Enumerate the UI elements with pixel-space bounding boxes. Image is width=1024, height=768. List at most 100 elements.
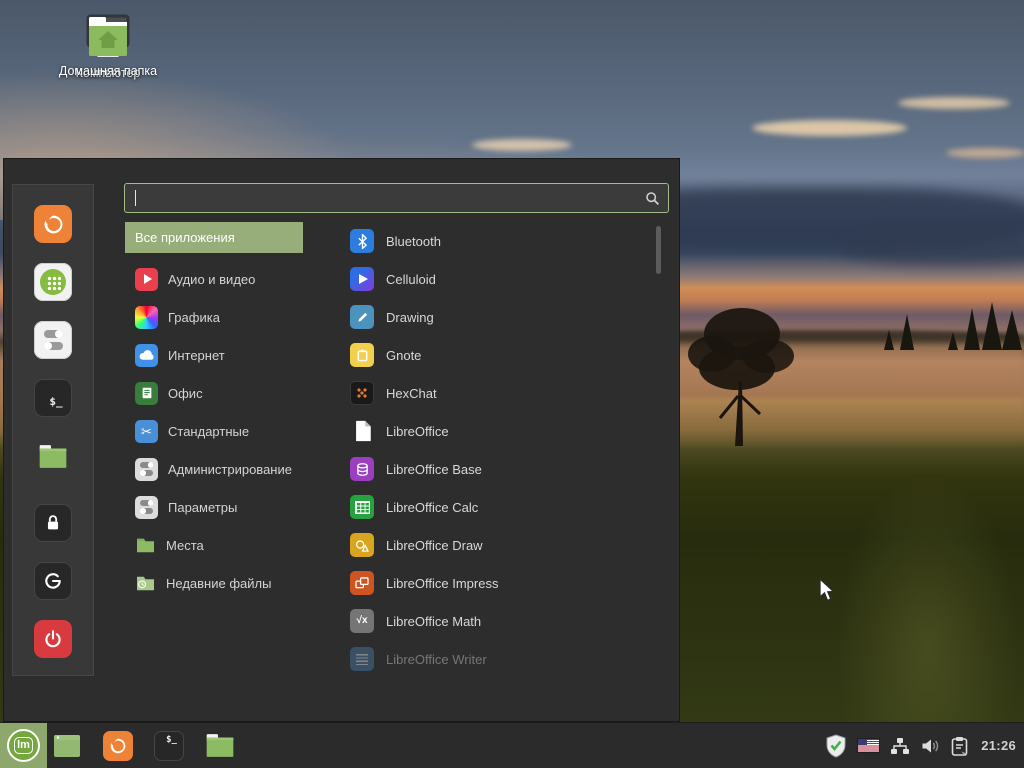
application-libreoffice-draw[interactable]: LibreOffice Draw bbox=[342, 526, 656, 564]
category-label: Места bbox=[166, 538, 204, 553]
category-all-applications[interactable]: Все приложения bbox=[125, 222, 303, 253]
desktop: Компьютер Домашняя папка $_ bbox=[0, 0, 1024, 768]
category-places[interactable]: Места bbox=[125, 526, 303, 564]
wallpaper-lit-cloud bbox=[472, 139, 572, 151]
app-celluloid-icon bbox=[350, 267, 374, 291]
menu-button[interactable]: lm bbox=[0, 723, 47, 768]
settings-toggles-icon bbox=[44, 330, 63, 350]
app-libreoffice-icon bbox=[350, 419, 374, 443]
sidebar-button-lock-screen[interactable] bbox=[34, 504, 72, 542]
category-label: Недавние файлы bbox=[166, 576, 271, 591]
application-celluloid[interactable]: Celluloid bbox=[342, 260, 656, 298]
tray-item-volume[interactable] bbox=[921, 738, 940, 754]
application-hexchat[interactable]: HexChat bbox=[342, 374, 656, 412]
application-drawing[interactable]: Drawing bbox=[342, 298, 656, 336]
cat-recent-icon bbox=[135, 575, 156, 592]
category-administration[interactable]: Администрирование bbox=[125, 450, 303, 488]
desktop-icon-home[interactable]: Домашняя папка bbox=[58, 14, 158, 78]
application-libreoffice-math[interactable]: √x LibreOffice Math bbox=[342, 602, 656, 640]
category-accessories[interactable]: ✂ Стандартные bbox=[125, 412, 303, 450]
scrollbar-thumb[interactable] bbox=[656, 226, 661, 274]
wallpaper-conifers bbox=[860, 300, 1024, 350]
application-label: Bluetooth bbox=[386, 234, 441, 249]
sidebar-button-firefox[interactable] bbox=[34, 205, 72, 243]
app-bluetooth-icon bbox=[350, 229, 374, 253]
application-label: LibreOffice bbox=[386, 424, 449, 439]
category-audio-video[interactable]: Аудио и видео bbox=[125, 260, 303, 298]
taskbar-launchers: $_ bbox=[49, 728, 253, 764]
sidebar-button-files[interactable] bbox=[34, 437, 72, 475]
show-desktop-icon bbox=[53, 734, 81, 758]
category-label: Администрирование bbox=[168, 462, 292, 477]
clock[interactable]: 21:26 bbox=[981, 738, 1016, 753]
application-label: Celluloid bbox=[386, 272, 436, 287]
application-gnote[interactable]: Gnote bbox=[342, 336, 656, 374]
application-label: LibreOffice Math bbox=[386, 614, 481, 629]
software-manager-icon bbox=[40, 269, 66, 295]
text-caret bbox=[135, 190, 136, 206]
shield-check-icon bbox=[825, 734, 847, 758]
application-label: LibreOffice Calc bbox=[386, 500, 478, 515]
category-recent-files[interactable]: Недавние файлы bbox=[125, 564, 303, 602]
wallpaper-tree bbox=[682, 296, 802, 456]
category-label: Параметры bbox=[168, 500, 237, 515]
category-preferences[interactable]: Параметры bbox=[125, 488, 303, 526]
speaker-icon bbox=[921, 738, 940, 754]
tray-item-system-reports[interactable] bbox=[951, 736, 968, 756]
sidebar-button-shutdown[interactable] bbox=[34, 620, 72, 658]
launcher-firefox[interactable] bbox=[100, 728, 136, 764]
cat-admin-icon bbox=[135, 458, 158, 481]
cat-accessories-icon: ✂ bbox=[135, 420, 158, 443]
app-lowriter-icon bbox=[350, 647, 374, 671]
category-office[interactable]: Офис bbox=[125, 374, 303, 412]
cat-graphics-icon bbox=[135, 306, 158, 329]
launcher-show-desktop[interactable] bbox=[49, 728, 85, 764]
system-tray: 21:26 bbox=[825, 734, 1024, 758]
application-bluetooth[interactable]: Bluetooth bbox=[342, 222, 656, 260]
sidebar-button-software-manager[interactable] bbox=[34, 263, 72, 301]
tray-item-updates-shield[interactable] bbox=[825, 734, 847, 758]
category-label: Аудио и видео bbox=[168, 272, 255, 287]
wallpaper-lit-cloud bbox=[898, 97, 1010, 109]
application-label: Gnote bbox=[386, 348, 421, 363]
category-label: Интернет bbox=[168, 348, 225, 363]
application-libreoffice-calc[interactable]: LibreOffice Calc bbox=[342, 488, 656, 526]
clipboard-report-icon bbox=[951, 736, 968, 756]
cat-internet-icon bbox=[135, 344, 158, 367]
tray-item-keyboard-layout[interactable] bbox=[858, 739, 879, 752]
application-libreoffice-writer[interactable]: LibreOffice Writer bbox=[342, 640, 656, 678]
app-lomath-icon: √x bbox=[350, 609, 374, 633]
firefox-icon bbox=[40, 211, 67, 238]
wallpaper-lit-cloud bbox=[946, 148, 1024, 158]
application-libreoffice-impress[interactable]: LibreOffice Impress bbox=[342, 564, 656, 602]
tray-icons bbox=[825, 734, 968, 758]
sidebar-button-terminal[interactable]: $_ bbox=[34, 379, 72, 417]
lock-icon bbox=[42, 512, 64, 534]
app-loimpress-icon bbox=[350, 571, 374, 595]
network-wired-icon bbox=[890, 737, 910, 755]
category-graphics[interactable]: Графика bbox=[125, 298, 303, 336]
launcher-files[interactable] bbox=[202, 728, 238, 764]
sidebar-button-system-settings[interactable] bbox=[34, 321, 72, 359]
application-libreoffice-base[interactable]: LibreOffice Base bbox=[342, 450, 656, 488]
app-hexchat-icon bbox=[350, 381, 374, 405]
category-internet[interactable]: Интернет bbox=[125, 336, 303, 374]
application-label: LibreOffice Writer bbox=[386, 652, 487, 667]
desktop-icon-label: Домашняя папка bbox=[59, 64, 157, 78]
power-icon bbox=[42, 628, 64, 650]
tray-item-network[interactable] bbox=[890, 737, 910, 755]
cat-settings-icon bbox=[135, 496, 158, 519]
sidebar-button-logout[interactable] bbox=[34, 562, 72, 600]
home-folder-icon bbox=[81, 14, 135, 58]
category-label: Графика bbox=[168, 310, 220, 325]
launcher-terminal[interactable]: $_ bbox=[151, 728, 187, 764]
application-label: LibreOffice Base bbox=[386, 462, 482, 477]
application-label: LibreOffice Impress bbox=[386, 576, 498, 591]
application-menu: $_ Все приложения bbox=[3, 158, 680, 722]
search-input[interactable] bbox=[124, 183, 669, 213]
folder-icon bbox=[37, 443, 69, 470]
application-label: Drawing bbox=[386, 310, 434, 325]
application-label: LibreOffice Draw bbox=[386, 538, 483, 553]
application-libreoffice[interactable]: LibreOffice bbox=[342, 412, 656, 450]
app-gnote-icon bbox=[350, 343, 374, 367]
